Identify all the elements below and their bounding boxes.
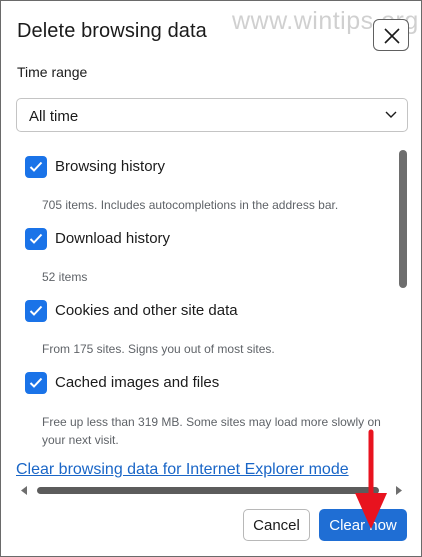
dialog-title: Delete browsing data: [17, 20, 207, 42]
browsing-history-label: Browsing history: [55, 158, 166, 175]
cached-images-checkbox[interactable]: [25, 372, 47, 394]
checkmark-icon: [29, 233, 43, 244]
checkmark-icon: [29, 305, 43, 316]
cookies-label: Cookies and other site data: [55, 302, 238, 319]
chevron-down-icon: [385, 111, 397, 118]
time-range-label: Time range: [17, 64, 88, 80]
time-range-value: All time: [29, 108, 79, 125]
checkmark-icon: [29, 161, 43, 172]
cookies-checkbox[interactable]: [25, 300, 47, 322]
cancel-button[interactable]: Cancel: [243, 509, 310, 541]
scroll-right-icon[interactable]: [395, 486, 402, 495]
horizontal-scrollbar-thumb[interactable]: [37, 487, 379, 494]
close-button[interactable]: [373, 19, 409, 51]
download-history-label: Download history: [55, 230, 171, 247]
vertical-scrollbar-thumb[interactable]: [399, 150, 407, 288]
data-type-list: Browsing history 705 items. Includes aut…: [1, 144, 422, 454]
cached-images-label: Cached images and files: [55, 374, 220, 391]
scroll-left-icon[interactable]: [21, 486, 28, 495]
horizontal-scrollbar[interactable]: [16, 483, 408, 497]
browsing-history-description: 705 items. Includes autocompletions in t…: [42, 198, 339, 212]
download-history-description: 52 items: [42, 270, 88, 284]
cookies-description: From 175 sites. Signs you out of most si…: [42, 342, 275, 356]
clear-ie-mode-link[interactable]: Clear browsing data for Internet Explore…: [16, 461, 402, 479]
checkmark-icon: [29, 377, 43, 388]
time-range-select[interactable]: All time: [16, 98, 408, 132]
clear-now-button[interactable]: Clear now: [319, 509, 407, 541]
delete-browsing-data-dialog: Delete browsing data www.wintips.org Tim…: [0, 0, 422, 557]
cached-images-description: Free up less than 319 MB. Some sites may…: [42, 415, 381, 447]
download-history-checkbox[interactable]: [25, 228, 47, 250]
close-icon: [384, 28, 400, 44]
browsing-history-checkbox[interactable]: [25, 156, 47, 178]
